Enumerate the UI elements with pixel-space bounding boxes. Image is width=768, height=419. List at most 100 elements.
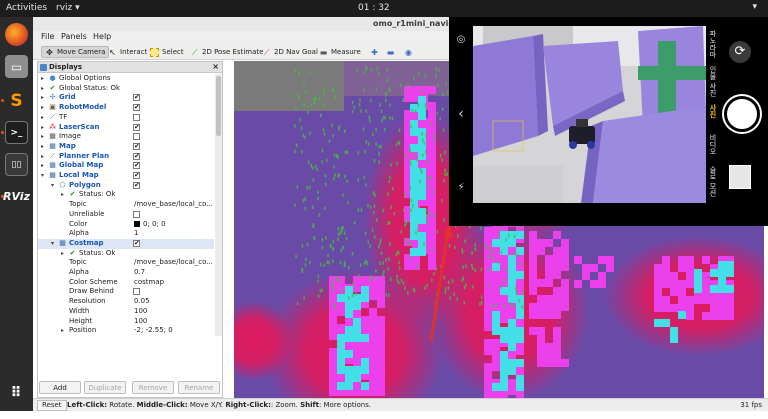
display-tree-row[interactable]: ▾ ▦ Local Map ✔ xyxy=(38,171,214,181)
display-tree-row[interactable]: ▸ ▦ Map ✔ xyxy=(38,142,214,152)
property-value[interactable]: 1 xyxy=(134,229,138,237)
property-value[interactable]: 0.05 xyxy=(134,297,150,305)
files-icon[interactable]: ▭ xyxy=(5,55,28,78)
duplicate-display-button[interactable]: Duplicate xyxy=(84,381,126,394)
expand-arrow-right-icon[interactable]: ▸ xyxy=(41,114,44,121)
property-value[interactable]: 100 xyxy=(134,317,147,325)
nav-goal-tool[interactable]: ⟋ 2D Nav Goal xyxy=(259,46,321,58)
enable-checkbox[interactable]: ✔ xyxy=(133,172,140,179)
expand-arrow-down-icon[interactable]: ▾ xyxy=(41,172,44,179)
camera-mode-item[interactable]: 사진 xyxy=(708,104,718,118)
expand-arrow-right-icon[interactable]: ▸ xyxy=(41,124,44,131)
last-photo-thumbnail[interactable] xyxy=(729,165,751,189)
activities-button[interactable]: Activities xyxy=(6,3,47,13)
expand-arrow-right-icon[interactable]: ▸ xyxy=(41,75,44,82)
property-value[interactable]: 100 xyxy=(134,307,147,315)
camera-mode-item[interactable]: 비디오 xyxy=(708,134,718,155)
expand-arrow-right-icon[interactable]: ▸ xyxy=(61,191,64,198)
display-tree-row[interactable]: ▸ Position -2; -2.55; 0 xyxy=(38,326,214,336)
property-value[interactable]: 0.7 xyxy=(134,268,145,276)
display-tree-row[interactable]: ▾ ▦ Costmap ✔ xyxy=(38,238,214,249)
expand-arrow-down-icon[interactable]: ▾ xyxy=(51,240,54,247)
enable-checkbox[interactable] xyxy=(133,133,140,141)
tool-properties-button[interactable]: ◉ xyxy=(401,46,419,58)
camera-mode-item[interactable]: 인물 사진 xyxy=(708,66,718,96)
display-tree-row[interactable]: Draw Behind xyxy=(38,287,214,297)
expand-arrow-right-icon[interactable]: ▸ xyxy=(41,85,44,92)
pose-estimate-tool[interactable]: ⟋ 2D Pose Estimate xyxy=(187,46,266,58)
enable-checkbox[interactable]: ✔ xyxy=(133,123,140,131)
property-value[interactable]: -2; -2.55; 0 xyxy=(134,326,173,334)
display-tree-row[interactable]: ▸ ⟋ Planner Plan ✔ xyxy=(38,152,214,162)
display-tree-row[interactable]: ▸ ✔ Status: Ok xyxy=(38,190,214,200)
display-tree-row[interactable]: Unreliable xyxy=(38,210,214,220)
enable-checkbox[interactable]: ✔ xyxy=(133,104,140,112)
color-swatch[interactable] xyxy=(134,220,140,227)
clock[interactable]: 01 : 32 xyxy=(358,3,390,13)
expand-arrow-right-icon[interactable]: ▸ xyxy=(41,153,44,160)
firefox-icon[interactable] xyxy=(5,23,28,46)
shutter-button[interactable] xyxy=(724,96,760,132)
property-value[interactable]: /move_base/local_co... xyxy=(134,258,213,266)
display-tree-row[interactable]: Topic/move_base/local_co... xyxy=(38,200,214,210)
display-tree-row[interactable]: ▸ ▦ Global Map ✔ xyxy=(38,161,214,171)
enable-checkbox[interactable]: ✔ xyxy=(133,162,140,170)
enable-checkbox[interactable]: ✔ xyxy=(133,152,140,160)
display-tree-row[interactable]: Color Scheme costmap xyxy=(38,278,214,288)
display-tree-row[interactable]: Topic/move_base/local_co... xyxy=(38,258,214,268)
expand-arrow-right-icon[interactable]: ▸ xyxy=(41,162,44,169)
remove-display-button[interactable]: Remove xyxy=(132,381,174,394)
add-display-button[interactable]: Add xyxy=(39,381,81,394)
remove-tool-button[interactable]: ▬ xyxy=(383,46,401,58)
enable-checkbox[interactable] xyxy=(133,113,140,121)
enable-checkbox[interactable]: ✔ xyxy=(133,239,140,247)
display-tree-row[interactable]: Width 100 xyxy=(38,307,214,317)
chevron-left-icon[interactable]: ‹ xyxy=(455,107,467,121)
menu-panels[interactable]: Panels xyxy=(61,32,87,41)
window-title-bar[interactable]: omo_r1mini_navigation.rviz* - RViz xyxy=(33,17,530,31)
display-tree-row[interactable]: ▸ ✣ Grid ✔ xyxy=(38,93,214,103)
display-tree-row[interactable]: ▸ ⟋ TF xyxy=(38,113,214,123)
camera-flip-icon[interactable]: ⟳ xyxy=(729,41,751,63)
reset-button[interactable]: Reset xyxy=(37,400,67,411)
system-tray-icon[interactable]: ▾ xyxy=(752,2,760,12)
camera-viewfinder[interactable] xyxy=(473,26,706,203)
menu-help[interactable]: Help xyxy=(93,32,111,41)
camera-mode-item[interactable]: 파노라마 xyxy=(708,30,718,58)
expand-arrow-right-icon[interactable]: ▸ xyxy=(61,327,64,334)
display-tree-row[interactable]: ▸ ✔ Status: Ok xyxy=(38,249,214,259)
terminal-split-icon[interactable]: ▯▯ xyxy=(5,153,28,176)
flash-off-icon[interactable]: ⚡ xyxy=(455,182,467,194)
enable-checkbox[interactable]: ✔ xyxy=(133,142,140,150)
display-tree-row[interactable]: ▸ ✔ Global Status: Ok xyxy=(38,84,214,94)
menu-file[interactable]: File xyxy=(41,32,54,41)
expand-arrow-right-icon[interactable]: ▸ xyxy=(61,250,64,257)
terminal-icon[interactable]: >_ xyxy=(5,121,28,144)
measure-tool[interactable]: ▬ Measure xyxy=(316,46,364,58)
expand-arrow-down-icon[interactable]: ▾ xyxy=(51,182,54,189)
displays-scrollbar[interactable] xyxy=(215,74,222,336)
expand-arrow-right-icon[interactable]: ▸ xyxy=(41,104,44,111)
interact-tool[interactable]: ↖ Interact xyxy=(105,46,150,58)
display-tree-row[interactable]: ▸ ▦ Image xyxy=(38,132,214,142)
enable-checkbox[interactable]: ✔ xyxy=(133,94,140,102)
rename-display-button[interactable]: Rename xyxy=(178,381,220,394)
sublime-text-icon[interactable]: S xyxy=(5,89,28,112)
scrollbar-thumb[interactable] xyxy=(216,76,221,136)
expand-arrow-right-icon[interactable]: ▸ xyxy=(41,94,44,101)
property-value[interactable]: 0; 0; 0 xyxy=(134,220,166,228)
move-camera-tool[interactable]: ✥ Move Camera xyxy=(41,46,110,58)
enable-checkbox[interactable]: ✔ xyxy=(133,181,140,189)
display-tree-row[interactable]: ▸ ▣ RobotModel ✔ xyxy=(38,103,214,113)
display-tree-row[interactable]: Height 100 xyxy=(38,317,214,327)
display-tree-row[interactable]: ▸ ● Global Options xyxy=(38,74,214,84)
camera-mode-item[interactable]: 슬로 모션 xyxy=(708,166,718,196)
expand-arrow-right-icon[interactable]: ▸ xyxy=(41,133,44,140)
property-value[interactable]: /move_base/local_co... xyxy=(134,200,213,208)
display-tree-row[interactable]: Color 0; 0; 0 xyxy=(38,220,214,230)
close-icon[interactable]: × xyxy=(212,62,219,71)
live-photo-icon[interactable]: ◎ xyxy=(455,34,467,46)
expand-arrow-right-icon[interactable]: ▸ xyxy=(41,143,44,150)
select-tool[interactable]: Select xyxy=(147,46,187,58)
rviz-icon[interactable]: RViz xyxy=(3,185,30,208)
